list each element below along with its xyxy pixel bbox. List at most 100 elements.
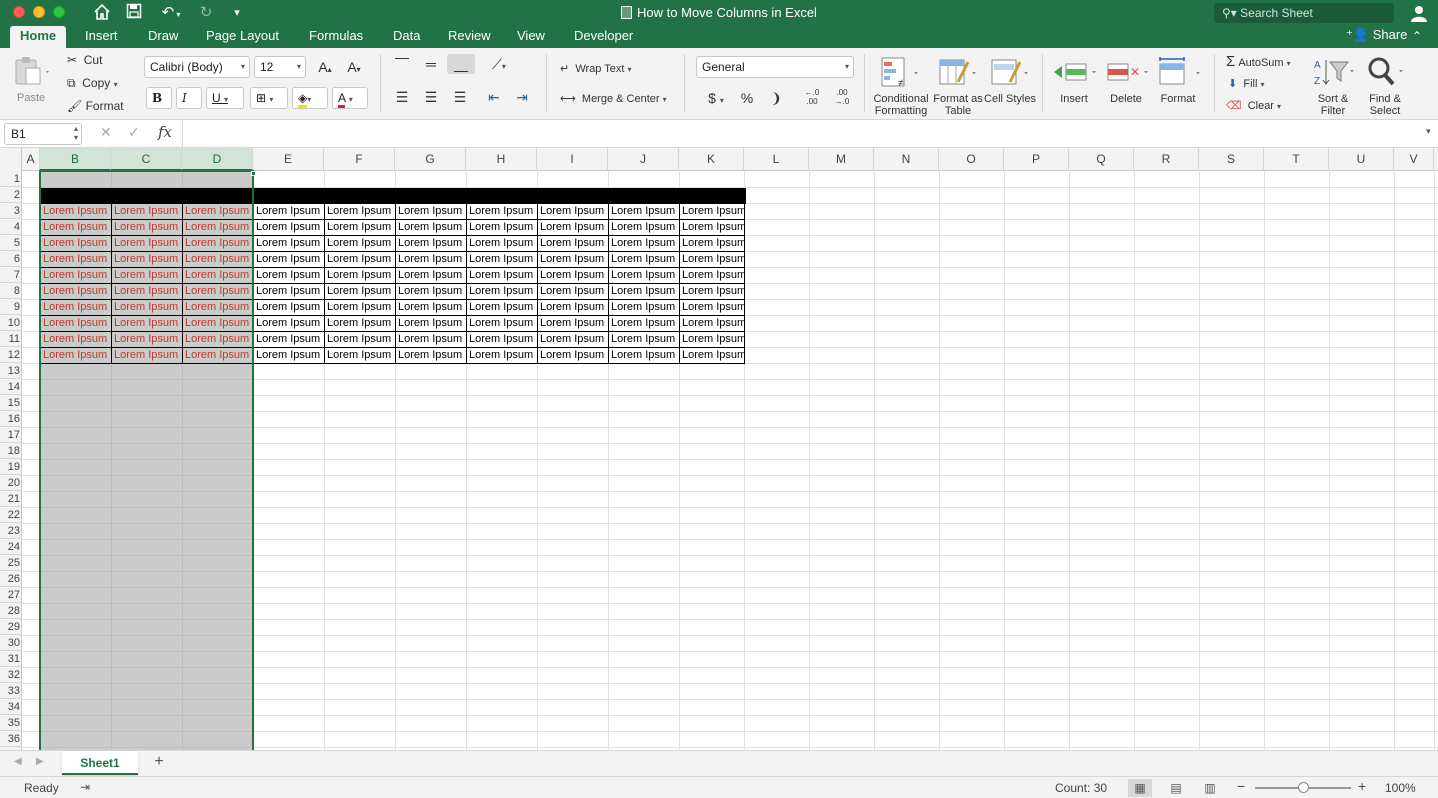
cell-f3[interactable]: Lorem Ipsum xyxy=(324,203,396,220)
cell-e6[interactable]: Lorem Ipsum xyxy=(253,251,325,268)
row-header-18[interactable]: 18 xyxy=(0,443,22,459)
cell-g6[interactable]: Lorem Ipsum xyxy=(395,251,467,268)
align-middle-icon[interactable]: ═ xyxy=(420,54,442,74)
cell-g11[interactable]: Lorem Ipsum xyxy=(395,331,467,348)
cell-f5[interactable]: Lorem Ipsum xyxy=(324,235,396,252)
row-header-32[interactable]: 32 xyxy=(0,667,22,683)
tab-formulas[interactable]: Formulas xyxy=(299,26,373,48)
cell-area[interactable]: Lorem Ipsum Lorem Ipsum Lorem Ipsum Lorem I… xyxy=(22,170,1438,750)
cell-k10[interactable]: Lorem Ipsum xyxy=(679,315,745,332)
cell-e12[interactable]: Lorem Ipsum xyxy=(253,347,325,364)
comma-style-icon[interactable]: ❩ xyxy=(766,88,786,108)
row-header-31[interactable]: 31 xyxy=(0,651,22,667)
tab-view[interactable]: View xyxy=(507,26,555,48)
font-size-select[interactable]: 12 ▾ xyxy=(254,56,306,78)
cell-k5[interactable]: Lorem Ipsum xyxy=(679,235,745,252)
format-cells-icon[interactable] xyxy=(1156,56,1202,88)
cell-j12[interactable]: Lorem Ipsum xyxy=(608,347,680,364)
column-header-m[interactable]: M xyxy=(809,148,874,171)
previous-sheet-icon[interactable]: ◀ xyxy=(14,756,22,767)
cell-k6[interactable]: Lorem Ipsum xyxy=(679,251,745,268)
cell-g5[interactable]: Lorem Ipsum xyxy=(395,235,467,252)
column-header-p[interactable]: P xyxy=(1004,148,1069,171)
cell-k8[interactable]: Lorem Ipsum xyxy=(679,283,745,300)
decrease-font-size-icon[interactable]: A▾ xyxy=(342,57,366,80)
increase-font-size-icon[interactable]: A▴ xyxy=(313,57,337,80)
cell-g3[interactable]: Lorem Ipsum xyxy=(395,203,467,220)
zoom-out-icon[interactable]: − xyxy=(1237,778,1245,794)
row-header-27[interactable]: 27 xyxy=(0,587,22,603)
fill-button[interactable]: ⬇ Fill ▾ xyxy=(1228,77,1264,90)
row-header-26[interactable]: 26 xyxy=(0,571,22,587)
decrease-decimal-icon[interactable]: .00 →.0 xyxy=(830,88,854,106)
cell-i6[interactable]: Lorem Ipsum xyxy=(537,251,609,268)
wrap-text-button[interactable]: ↵ Wrap Text ▾ xyxy=(560,62,632,75)
user-account-icon[interactable] xyxy=(1410,4,1428,22)
row-header-28[interactable]: 28 xyxy=(0,603,22,619)
percent-icon[interactable]: % xyxy=(736,88,758,108)
selection-border[interactable] xyxy=(39,170,254,750)
cell-h10[interactable]: Lorem Ipsum xyxy=(466,315,538,332)
cancel-formula-icon[interactable]: ✕ xyxy=(100,124,112,141)
number-format-select[interactable]: General ▾ xyxy=(696,56,854,78)
column-header-t[interactable]: T xyxy=(1264,148,1329,171)
row-header-14[interactable]: 14 xyxy=(0,379,22,395)
cell-styles-icon[interactable] xyxy=(990,56,1030,90)
row-header-16[interactable]: 16 xyxy=(0,411,22,427)
insert-cells-button[interactable]: Insert xyxy=(1052,93,1096,105)
cell-j7[interactable]: Lorem Ipsum xyxy=(608,267,680,284)
paste-icon[interactable] xyxy=(12,56,52,85)
autosum-button[interactable]: Σ AutoSum ▾ xyxy=(1226,53,1291,70)
cell-g10[interactable]: Lorem Ipsum xyxy=(395,315,467,332)
row-header-33[interactable]: 33 xyxy=(0,683,22,699)
row-header-20[interactable]: 20 xyxy=(0,475,22,491)
cell-j4[interactable]: Lorem Ipsum xyxy=(608,219,680,236)
row-header-25[interactable]: 25 xyxy=(0,555,22,571)
sheet-tab-sheet1[interactable]: Sheet1 xyxy=(62,751,138,775)
select-all-corner[interactable] xyxy=(0,148,22,171)
cell-h9[interactable]: Lorem Ipsum xyxy=(466,299,538,316)
cell-f6[interactable]: Lorem Ipsum xyxy=(324,251,396,268)
cell-f4[interactable]: Lorem Ipsum xyxy=(324,219,396,236)
font-color-button[interactable]: A ▾ xyxy=(332,87,368,109)
column-header-f[interactable]: F xyxy=(324,148,395,171)
row-header-22[interactable]: 22 xyxy=(0,507,22,523)
cell-f7[interactable]: Lorem Ipsum xyxy=(324,267,396,284)
column-header-e[interactable]: E xyxy=(253,148,324,171)
row-header-36[interactable]: 36 xyxy=(0,731,22,747)
cell-i4[interactable]: Lorem Ipsum xyxy=(537,219,609,236)
merge-center-button[interactable]: ⟷ Merge & Center ▾ xyxy=(560,92,667,105)
row-header-21[interactable]: 21 xyxy=(0,491,22,507)
cell-i12[interactable]: Lorem Ipsum xyxy=(537,347,609,364)
column-header-s[interactable]: S xyxy=(1199,148,1264,171)
column-header-c[interactable]: C xyxy=(111,148,182,171)
column-header-l[interactable]: L xyxy=(744,148,809,171)
normal-view-icon[interactable]: ▦ xyxy=(1128,779,1152,797)
cell-j9[interactable]: Lorem Ipsum xyxy=(608,299,680,316)
enter-formula-icon[interactable]: ✓ xyxy=(128,124,140,141)
cell-f12[interactable]: Lorem Ipsum xyxy=(324,347,396,364)
column-header-g[interactable]: G xyxy=(395,148,466,171)
tab-review[interactable]: Review xyxy=(438,26,501,48)
row-header-5[interactable]: 5 xyxy=(0,235,22,251)
row-header-19[interactable]: 19 xyxy=(0,459,22,475)
sort-filter-button[interactable]: Sort & Filter xyxy=(1310,93,1356,117)
cell-i8[interactable]: Lorem Ipsum xyxy=(537,283,609,300)
cell-e11[interactable]: Lorem Ipsum xyxy=(253,331,325,348)
column-header-r[interactable]: R xyxy=(1134,148,1199,171)
row-header-1[interactable]: 1 xyxy=(0,171,22,187)
cell-h12[interactable]: Lorem Ipsum xyxy=(466,347,538,364)
column-header-h[interactable]: H xyxy=(466,148,537,171)
cell-h8[interactable]: Lorem Ipsum xyxy=(466,283,538,300)
copy-button[interactable]: ⧉ Copy ▾ xyxy=(67,76,118,91)
row-header-24[interactable]: 24 xyxy=(0,539,22,555)
page-layout-view-icon[interactable]: ▤ xyxy=(1164,779,1188,797)
cell-e7[interactable]: Lorem Ipsum xyxy=(253,267,325,284)
cell-e3[interactable]: Lorem Ipsum xyxy=(253,203,325,220)
align-top-icon[interactable]: ⎺ xyxy=(391,54,413,74)
borders-button[interactable]: ⊞ ▾ xyxy=(250,87,288,109)
cell-j8[interactable]: Lorem Ipsum xyxy=(608,283,680,300)
find-select-icon[interactable] xyxy=(1366,56,1406,88)
cell-e5[interactable]: Lorem Ipsum xyxy=(253,235,325,252)
font-name-select[interactable]: Calibri (Body) ▾ xyxy=(144,56,250,78)
